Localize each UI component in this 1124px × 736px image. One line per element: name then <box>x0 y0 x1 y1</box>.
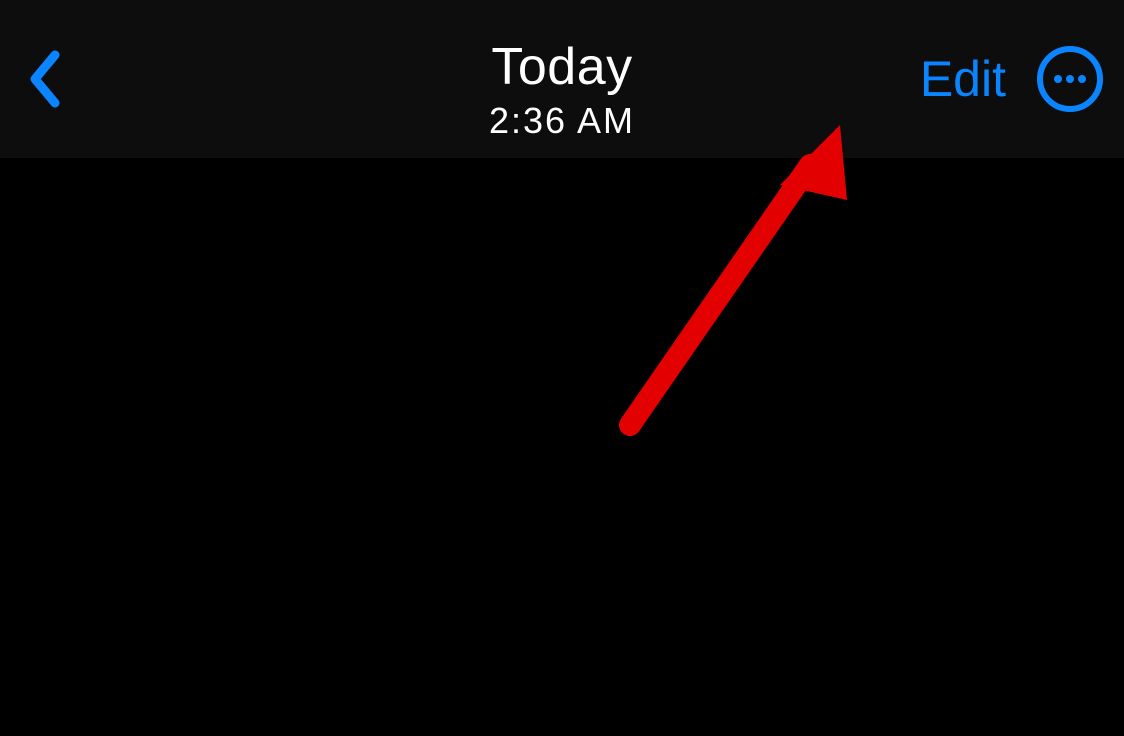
more-button[interactable] <box>1036 45 1104 113</box>
page-title: Today <box>489 38 635 98</box>
title-container: Today 2:36 AM <box>489 38 635 142</box>
navigation-header: Today 2:36 AM Edit <box>0 0 1124 158</box>
content-area <box>0 158 1124 736</box>
edit-button[interactable]: Edit <box>920 50 1006 108</box>
back-button[interactable] <box>20 39 70 119</box>
page-subtitle: 2:36 AM <box>489 100 635 142</box>
more-icon <box>1036 45 1104 113</box>
chevron-left-icon <box>25 49 65 109</box>
